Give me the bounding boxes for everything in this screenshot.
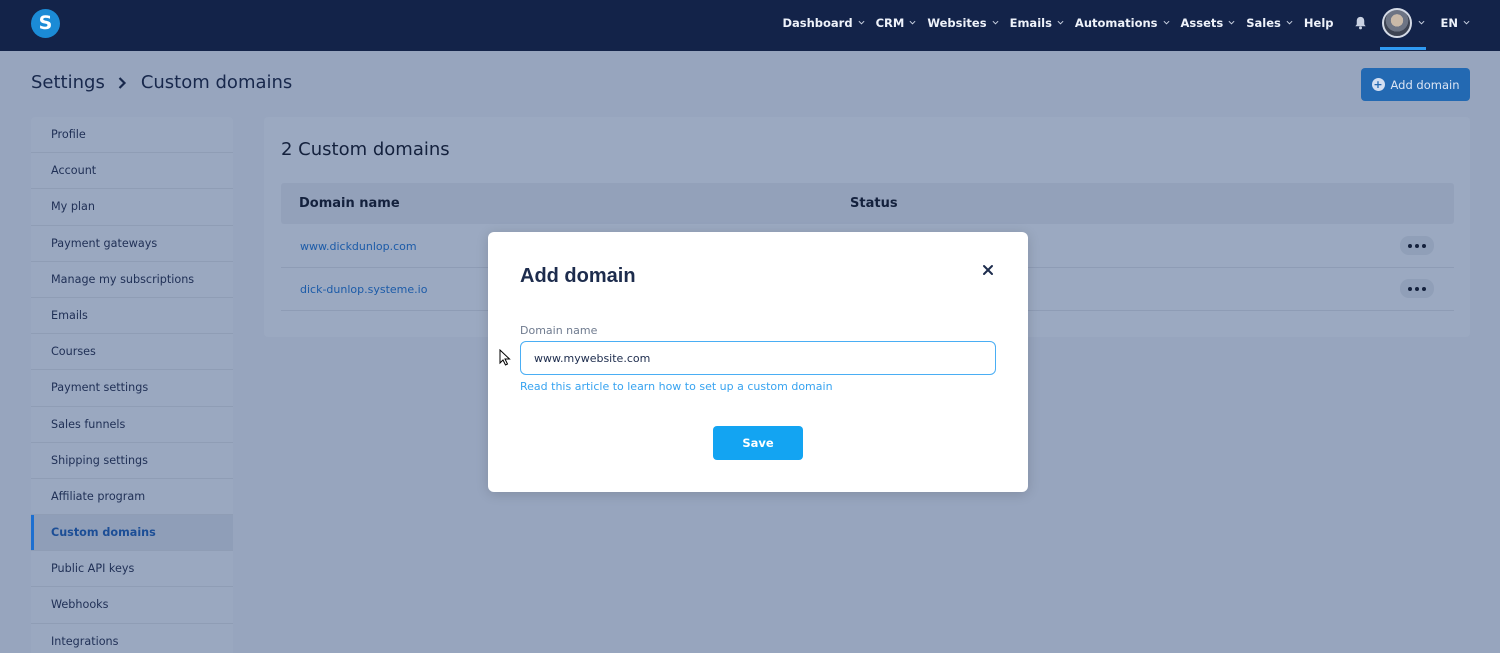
sidebar-item-payment-gateways[interactable]: Payment gateways [31, 226, 233, 262]
column-domain-name: Domain name [299, 196, 400, 211]
active-indicator [1379, 47, 1426, 50]
sidebar-item-custom-domains[interactable]: Custom domains [31, 515, 233, 552]
main-menu: Dashboard CRM Websites Emails Automation… [782, 0, 1500, 50]
close-icon[interactable] [981, 263, 995, 277]
sidebar-item-sales-funnels[interactable]: Sales funnels [31, 407, 233, 443]
chevron-down-icon [992, 20, 999, 25]
domain-name-label: Domain name [520, 324, 598, 337]
mouse-cursor-icon [499, 349, 511, 366]
user-menu[interactable] [1379, 0, 1426, 50]
sidebar-item-courses[interactable]: Courses [31, 334, 233, 371]
plus-circle-icon: + [1371, 78, 1385, 91]
language-selector[interactable]: EN [1441, 16, 1470, 30]
add-domain-button[interactable]: + Add domain [1361, 68, 1470, 101]
sidebar-item-profile[interactable]: Profile [31, 117, 233, 154]
systeme-logo[interactable]: S [31, 9, 60, 38]
sidebar-item-integrations[interactable]: Integrations [31, 624, 233, 653]
domain-link[interactable]: dick-dunlop.systeme.io [300, 283, 427, 296]
settings-sidebar: Profile Account My plan Payment gateways… [31, 117, 233, 653]
chevron-down-icon [1286, 20, 1293, 25]
help-article-link[interactable]: Read this article to learn how to set up… [520, 380, 833, 393]
nav-crm[interactable]: CRM [876, 16, 917, 30]
language-label: EN [1440, 15, 1458, 30]
nav-emails[interactable]: Emails [1010, 16, 1064, 30]
breadcrumb: Settings Custom domains [31, 72, 292, 93]
domain-link[interactable]: www.dickdunlop.com [300, 240, 417, 253]
chevron-down-icon [909, 20, 916, 25]
modal-title: Add domain [520, 265, 636, 287]
nav-help-label: Help [1303, 15, 1334, 30]
avatar[interactable] [1381, 7, 1412, 38]
sidebar-item-payment-settings[interactable]: Payment settings [31, 370, 233, 407]
more-options-icon[interactable] [1400, 279, 1434, 298]
add-domain-label: Add domain [1390, 77, 1460, 92]
sidebar-item-emails[interactable]: Emails [31, 298, 233, 335]
save-button[interactable]: Save [713, 426, 803, 460]
breadcrumb-settings[interactable]: Settings [31, 72, 105, 93]
bell-icon[interactable] [1353, 15, 1368, 31]
chevron-down-icon [1418, 20, 1425, 25]
nav-websites[interactable]: Websites [927, 15, 999, 30]
nav-sales[interactable]: Sales [1246, 16, 1293, 30]
nav-assets[interactable]: Assets [1181, 16, 1236, 30]
domains-title: 2 Custom domains [281, 139, 450, 160]
more-options-icon[interactable] [1400, 236, 1434, 255]
domain-name-input[interactable] [520, 341, 996, 375]
sidebar-item-public-api-keys[interactable]: Public API keys [31, 551, 233, 588]
chevron-down-icon [1163, 20, 1170, 25]
nav-crm-label: CRM [875, 15, 905, 30]
top-navbar: S Dashboard CRM Websites Emails Automati… [0, 0, 1500, 51]
nav-automations-label: Automations [1074, 15, 1158, 30]
breadcrumb-current: Custom domains [140, 72, 293, 93]
column-status: Status [850, 196, 898, 211]
nav-assets-label: Assets [1180, 15, 1224, 30]
sidebar-item-shipping-settings[interactable]: Shipping settings [31, 443, 233, 479]
sidebar-item-webhooks[interactable]: Webhooks [31, 587, 233, 624]
chevron-right-icon [118, 76, 126, 89]
sidebar-item-account[interactable]: Account [31, 153, 233, 190]
nav-dashboard[interactable]: Dashboard [782, 15, 865, 30]
table-header: Domain name Status [281, 183, 1454, 224]
sidebar-item-subscriptions[interactable]: Manage my subscriptions [31, 262, 233, 298]
sidebar-item-affiliate-program[interactable]: Affiliate program [31, 479, 233, 516]
nav-emails-label: Emails [1009, 15, 1052, 30]
nav-automations[interactable]: Automations [1075, 16, 1170, 30]
sidebar-item-my-plan[interactable]: My plan [31, 189, 233, 226]
chevron-down-icon [1463, 20, 1470, 25]
nav-dashboard-label: Dashboard [782, 15, 853, 30]
chevron-down-icon [1228, 20, 1235, 25]
nav-websites-label: Websites [927, 15, 987, 30]
nav-sales-label: Sales [1246, 15, 1281, 30]
chevron-down-icon [1057, 20, 1064, 25]
nav-help[interactable]: Help [1304, 16, 1334, 30]
add-domain-modal: Add domain Domain name Read this article… [488, 232, 1028, 492]
chevron-down-icon [858, 20, 865, 25]
